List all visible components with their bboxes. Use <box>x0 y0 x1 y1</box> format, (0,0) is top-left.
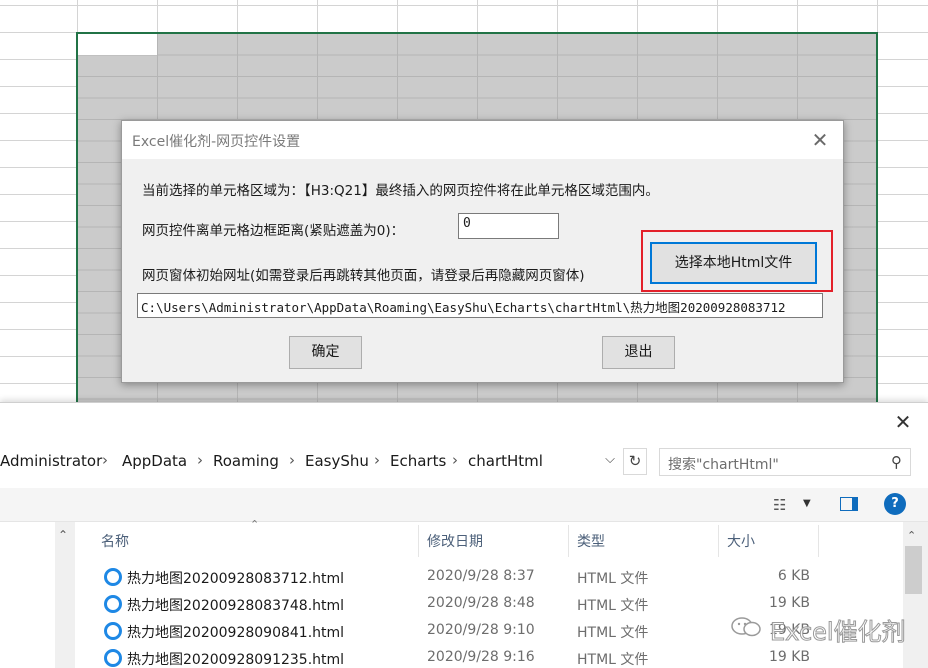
file-name: 热力地图20200928090841.html <box>127 625 345 641</box>
ok-button[interactable]: 确定 <box>289 336 362 369</box>
webcontrol-settings-dialog: Excel催化剂-网页控件设置 ✕ 当前选择的单元格区域为：【H3:Q21】最终… <box>121 120 844 383</box>
column-divider[interactable] <box>818 525 819 557</box>
breadcrumb[interactable]: Administrator › AppData › Roaming › Easy… <box>0 448 650 476</box>
choose-local-html-button[interactable]: 选择本地Html文件 <box>650 242 817 284</box>
file-size: 19 KB <box>768 649 810 665</box>
chevron-right-icon[interactable]: › <box>452 451 458 469</box>
chevron-right-icon[interactable]: › <box>374 451 380 469</box>
search-input[interactable]: 搜索"chartHtml" <box>668 454 779 474</box>
wechat-icon <box>731 617 761 637</box>
html-file-icon <box>104 568 122 586</box>
file-toolbar: ☷ ▼ ? <box>0 488 928 522</box>
refresh-icon[interactable]: ↻ <box>623 448 647 475</box>
exit-button[interactable]: 退出 <box>602 336 675 369</box>
search-box[interactable]: 搜索"chartHtml" ⚲ <box>659 448 911 476</box>
column-divider[interactable] <box>718 525 719 557</box>
selected-range-info: 当前选择的单元格区域为：【H3:Q21】最终插入的网页控件将在此单元格区域范围内… <box>142 183 659 199</box>
column-divider[interactable] <box>568 525 569 557</box>
margin-input[interactable]: 0 <box>458 213 559 239</box>
file-name: 热力地图20200928083748.html <box>127 598 345 614</box>
file-list-scrollbar[interactable] <box>903 522 928 668</box>
close-icon[interactable]: ✕ <box>890 409 916 435</box>
breadcrumb-item-easyshu[interactable]: EasyShu <box>305 452 369 470</box>
file-size: 6 KB <box>777 568 810 584</box>
file-row[interactable]: 热力地图20200928091235.html 2020/9/28 9:16 H… <box>100 646 900 668</box>
margin-label: 网页控件离单元格边框距离(紧贴遮盖为0)： <box>142 223 405 239</box>
active-cell[interactable] <box>78 34 157 55</box>
navigation-pane[interactable]: ⌃ <box>0 522 76 668</box>
file-type: HTML 文件 <box>577 571 649 587</box>
breadcrumb-item-roaming[interactable]: Roaming <box>213 452 279 470</box>
file-type: HTML 文件 <box>577 625 649 641</box>
file-type: HTML 文件 <box>577 652 649 668</box>
watermark-text: Excel催化剂 <box>770 618 907 647</box>
file-name: 热力地图20200928083712.html <box>127 571 345 587</box>
column-header-name[interactable]: 名称 <box>101 531 129 551</box>
scroll-up-icon[interactable]: ⌃ <box>907 529 916 542</box>
column-header-size[interactable]: 大小 <box>727 531 755 551</box>
scroll-up-icon[interactable]: ⌃ <box>58 528 68 542</box>
column-header-type[interactable]: 类型 <box>577 531 605 551</box>
breadcrumb-item-charthtml[interactable]: chartHtml <box>468 452 543 470</box>
html-file-icon <box>104 595 122 613</box>
nav-scrollbar[interactable] <box>55 522 75 668</box>
dialog-titlebar[interactable]: Excel催化剂-网页控件设置 ✕ <box>122 121 843 159</box>
column-divider[interactable] <box>418 525 419 557</box>
html-file-icon <box>104 649 122 667</box>
dialog-title: Excel催化剂-网页控件设置 <box>132 134 301 150</box>
chevron-right-icon[interactable]: › <box>102 451 108 469</box>
sort-ascending-icon: ⌃ <box>250 518 260 531</box>
chevron-down-icon[interactable]: ⌵ <box>600 452 620 472</box>
breadcrumb-item-administrator[interactable]: Administrator <box>0 452 102 470</box>
file-date: 2020/9/28 9:16 <box>427 649 535 665</box>
breadcrumb-item-echarts[interactable]: Echarts <box>390 452 446 470</box>
html-file-icon <box>104 622 122 640</box>
view-options-icon[interactable]: ☷ <box>773 496 786 514</box>
chevron-down-icon[interactable]: ▼ <box>803 498 811 509</box>
url-input[interactable]: C:\Users\Administrator\AppData\Roaming\E… <box>137 293 823 318</box>
breadcrumb-item-appdata[interactable]: AppData <box>122 452 187 470</box>
scrollbar-thumb[interactable] <box>905 546 922 594</box>
file-date: 2020/9/28 8:37 <box>427 568 535 584</box>
search-icon[interactable]: ⚲ <box>891 453 902 471</box>
url-label: 网页窗体初始网址(如需登录后再跳转其他页面，请登录后再隐藏网页窗体) <box>142 268 585 284</box>
file-size: 19 KB <box>768 595 810 611</box>
close-icon[interactable]: ✕ <box>807 127 833 153</box>
chevron-right-icon[interactable]: › <box>289 451 295 469</box>
file-name: 热力地图20200928091235.html <box>127 652 345 668</box>
file-date: 2020/9/28 9:10 <box>427 622 535 638</box>
preview-pane-icon[interactable] <box>840 497 858 511</box>
file-row[interactable]: 热力地图20200928083712.html 2020/9/28 8:37 H… <box>100 565 900 592</box>
file-date: 2020/9/28 8:48 <box>427 595 535 611</box>
column-header-date[interactable]: 修改日期 <box>427 531 483 551</box>
file-type: HTML 文件 <box>577 598 649 614</box>
chevron-right-icon[interactable]: › <box>197 451 203 469</box>
help-icon[interactable]: ? <box>884 493 906 515</box>
